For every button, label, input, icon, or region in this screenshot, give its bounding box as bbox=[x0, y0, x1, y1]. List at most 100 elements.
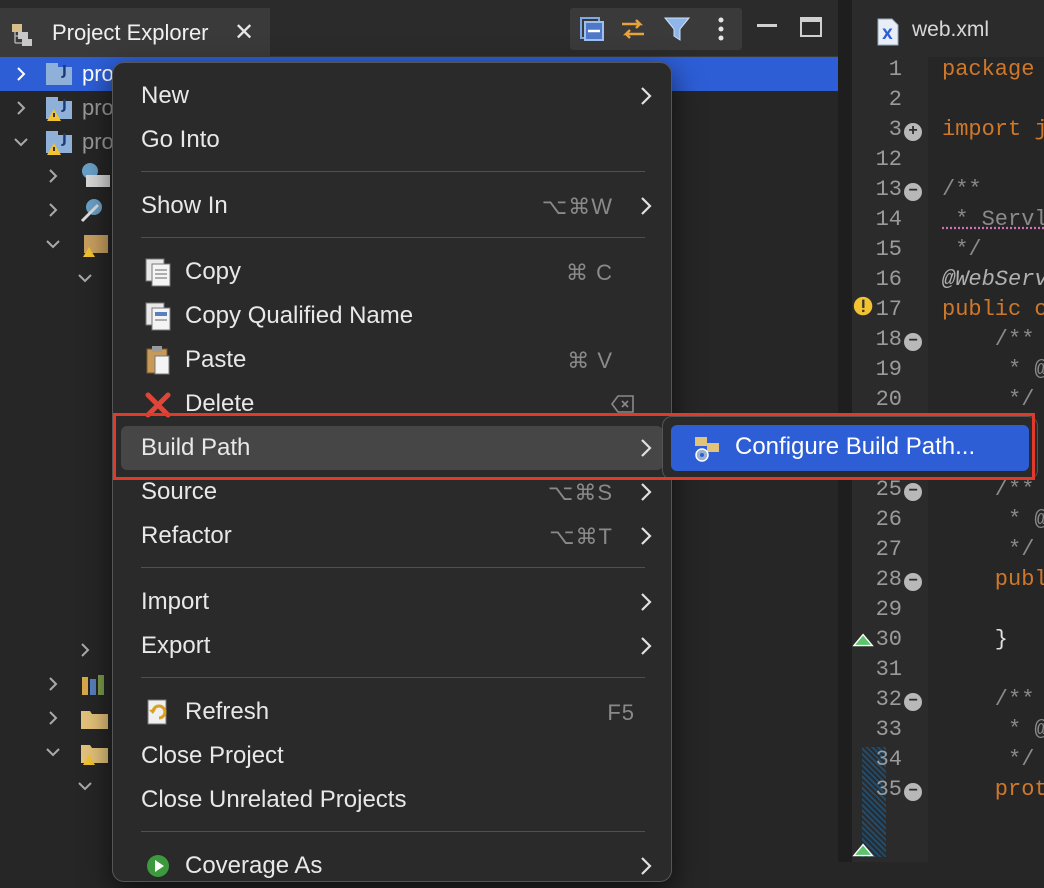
chevron-right-icon[interactable] bbox=[12, 65, 30, 83]
menu-item-label: Source bbox=[141, 478, 218, 505]
override-marker-icon[interactable] bbox=[852, 839, 876, 863]
code-text: /** bbox=[942, 477, 1035, 502]
chevron-right-icon[interactable] bbox=[44, 167, 62, 185]
menu-item-refresh[interactable]: Refresh F5 bbox=[121, 690, 663, 734]
code-text: * @ bbox=[942, 357, 1044, 382]
line-number: 28 bbox=[875, 567, 902, 592]
code-text: @WebServ bbox=[942, 267, 1044, 292]
line-number: 14 bbox=[875, 207, 902, 232]
collapse-fold-icon[interactable]: − bbox=[904, 693, 922, 711]
refresh-icon bbox=[147, 699, 167, 725]
code-line: 28− publ bbox=[852, 567, 1044, 597]
filter-icon[interactable] bbox=[662, 14, 692, 44]
menu-item-new[interactable]: New bbox=[121, 74, 663, 118]
explorer-tab-bar: Project Explorer ✕ bbox=[0, 0, 838, 57]
menu-item-close-unrelated-projects[interactable]: Close Unrelated Projects bbox=[121, 778, 663, 822]
collapse-fold-icon[interactable]: − bbox=[904, 573, 922, 591]
java-project-warning-icon: J bbox=[46, 97, 72, 121]
code-line: 16 @WebServ bbox=[852, 267, 1044, 297]
tab-web-xml[interactable]: X web.xml bbox=[852, 0, 1044, 57]
svg-text:J: J bbox=[61, 132, 67, 147]
folder-warning-icon bbox=[81, 745, 108, 765]
line-number: 35 bbox=[875, 777, 902, 802]
collapse-fold-icon[interactable]: − bbox=[904, 783, 922, 801]
collapse-fold-icon[interactable]: − bbox=[904, 483, 922, 501]
menu-shortcut: ⌥⌘W bbox=[541, 194, 613, 219]
copy-qualified-name-icon bbox=[145, 302, 171, 331]
line-number: 32 bbox=[875, 687, 902, 712]
chevron-right-icon[interactable] bbox=[12, 99, 30, 117]
menu-item-label: Go Into bbox=[141, 126, 220, 153]
menu-separator bbox=[141, 171, 645, 172]
menu-item-copy-qualified-name[interactable]: Copy Qualified Name bbox=[121, 294, 663, 338]
menu-item-show-in[interactable]: Show In ⌥⌘W bbox=[121, 184, 663, 228]
code-line: 13− /** bbox=[852, 177, 1044, 207]
menu-item-delete[interactable]: Delete bbox=[121, 382, 663, 426]
code-text: * @ bbox=[942, 507, 1044, 532]
code-line: 17 public c bbox=[852, 297, 1044, 327]
library-icon bbox=[82, 163, 110, 187]
code-text: import j bbox=[942, 117, 1044, 142]
expand-fold-icon[interactable]: + bbox=[904, 123, 922, 141]
chevron-down-icon[interactable] bbox=[12, 133, 30, 151]
minimize-icon[interactable] bbox=[754, 14, 780, 40]
chevron-right-icon[interactable] bbox=[44, 201, 62, 219]
menu-item-source[interactable]: Source ⌥⌘S bbox=[121, 470, 663, 514]
chevron-down-icon[interactable] bbox=[44, 743, 62, 761]
menu-item-copy[interactable]: Copy ⌘ C bbox=[121, 250, 663, 294]
submenu-arrow-icon bbox=[641, 857, 652, 875]
override-marker-icon[interactable] bbox=[852, 629, 876, 653]
close-icon[interactable]: ✕ bbox=[232, 21, 256, 45]
code-line: 14 * Servl bbox=[852, 207, 1044, 237]
tab-project-explorer[interactable]: Project Explorer ✕ bbox=[0, 8, 270, 56]
maximize-icon[interactable] bbox=[798, 14, 824, 40]
source-folder-warning-icon bbox=[83, 235, 108, 257]
menu-shortcut: ⌥⌘T bbox=[549, 524, 613, 549]
line-number: 13 bbox=[875, 177, 902, 202]
code-line: 26 * @ bbox=[852, 507, 1044, 537]
menu-item-export[interactable]: Export bbox=[121, 624, 663, 668]
editor-tab-bar: X web.xml bbox=[852, 0, 1044, 57]
collapse-fold-icon[interactable]: − bbox=[904, 333, 922, 351]
collapse-all-icon[interactable] bbox=[576, 14, 606, 44]
chevron-right-icon[interactable] bbox=[44, 709, 62, 727]
chevron-down-icon[interactable] bbox=[76, 269, 94, 287]
chevron-right-icon[interactable] bbox=[76, 641, 94, 659]
collapse-fold-icon[interactable]: − bbox=[904, 183, 922, 201]
code-line: 32− /** bbox=[852, 687, 1044, 717]
menu-item-configure-build-path[interactable]: Configure Build Path... bbox=[671, 425, 1029, 471]
submenu-arrow-icon bbox=[641, 197, 652, 215]
link-with-editor-icon[interactable] bbox=[618, 14, 648, 44]
code-line: 29 bbox=[852, 597, 1044, 627]
menu-item-paste[interactable]: Paste ⌘ V bbox=[121, 338, 663, 382]
code-text: public c bbox=[942, 297, 1044, 322]
line-number: 27 bbox=[875, 537, 902, 562]
line-number: 2 bbox=[888, 87, 902, 112]
svg-text:X: X bbox=[882, 27, 893, 43]
line-number: 34 bbox=[875, 747, 902, 772]
code-line: 27 */ bbox=[852, 537, 1044, 567]
menu-item-build-path[interactable]: Build Path bbox=[121, 426, 663, 470]
project-explorer-icon bbox=[12, 24, 32, 46]
menu-separator bbox=[141, 677, 645, 678]
line-number: 19 bbox=[875, 357, 902, 382]
warning-marker-icon[interactable] bbox=[852, 295, 876, 319]
menu-item-coverage-as[interactable]: Coverage As bbox=[121, 844, 663, 888]
chevron-right-icon[interactable] bbox=[44, 675, 62, 693]
view-menu-icon[interactable] bbox=[706, 14, 736, 44]
menu-item-refactor[interactable]: Refactor ⌥⌘T bbox=[121, 514, 663, 558]
chevron-down-icon[interactable] bbox=[76, 777, 94, 795]
menu-item-label: Copy Qualified Name bbox=[185, 302, 414, 329]
libraries-icon bbox=[82, 675, 104, 695]
menu-item-close-project[interactable]: Close Project bbox=[121, 734, 663, 778]
code-text: /** bbox=[942, 327, 1035, 352]
chevron-down-icon[interactable] bbox=[44, 235, 62, 253]
code-text: */ bbox=[942, 387, 1035, 412]
menu-shortcut: ⌥⌘S bbox=[547, 480, 613, 505]
tab-title: Project Explorer bbox=[52, 20, 209, 45]
coverage-icon bbox=[147, 855, 169, 877]
line-number: 31 bbox=[875, 657, 902, 682]
menu-item-go-into[interactable]: Go Into bbox=[121, 118, 663, 162]
menu-item-import[interactable]: Import bbox=[121, 580, 663, 624]
code-text: /** bbox=[942, 687, 1035, 712]
